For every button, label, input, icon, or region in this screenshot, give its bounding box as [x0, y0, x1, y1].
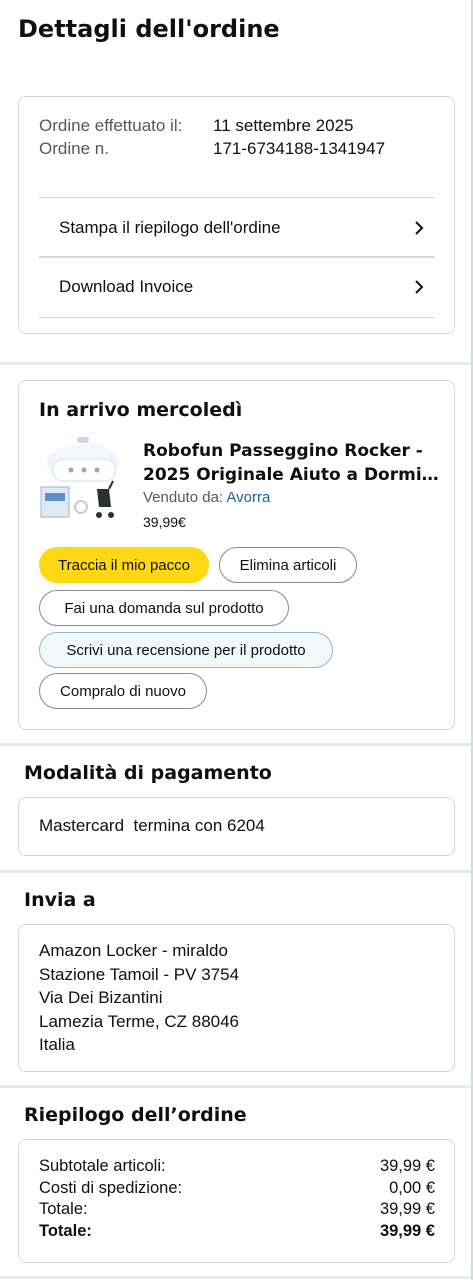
- section-divider: [0, 870, 471, 873]
- chevron-right-icon: [415, 220, 424, 235]
- section-divider: [0, 1085, 471, 1088]
- buy-again-button[interactable]: Compralo di nuovo: [39, 673, 207, 709]
- payment-method: Mastercard termina con 6204: [39, 816, 265, 835]
- summary-row: Costi di spedizione: 0,00 €: [39, 1178, 435, 1200]
- download-invoice-link[interactable]: Download Invoice: [39, 256, 435, 316]
- number-label-text: Ordine n.: [39, 139, 109, 158]
- product-thumbnail[interactable]: [39, 433, 123, 523]
- summary-label: Totale:: [39, 1200, 88, 1218]
- section-divider: [0, 362, 471, 365]
- address-line: Amazon Locker - miraldo: [39, 941, 228, 960]
- product-title[interactable]: Robofun Passeggino Rocker - 2025 Origina…: [143, 439, 439, 487]
- order-meta-values: 11 settembre 2025 171-6734188-1341947: [213, 114, 443, 160]
- address-line: Italia: [39, 1035, 75, 1054]
- download-invoice-label: Download Invoice: [59, 277, 194, 296]
- summary-row: Subtotale articoli: 39,99 €: [39, 1156, 435, 1178]
- section-divider: [0, 743, 471, 746]
- summary-label: Costi di spedizione:: [39, 1178, 183, 1197]
- summary-value: 39,99 €: [379, 1200, 435, 1218]
- ask-question-button[interactable]: Fai una domanda sul prodotto: [39, 590, 289, 626]
- product-price: 39,99€: [143, 514, 186, 530]
- product-title-line2: 2025 Originale Aiuto a Dormire per Neona…: [143, 465, 439, 485]
- chevron-right-icon: [415, 280, 424, 294]
- order-number: 171-6734188-1341947: [213, 139, 386, 158]
- summary-value: 39,99 €: [379, 1157, 435, 1175]
- write-review-button[interactable]: Scrivi una recensione per il prodotto: [39, 632, 333, 668]
- order-summary-heading: Riepilogo dell’ordine: [24, 1104, 247, 1126]
- track-package-button[interactable]: Traccia il mio pacco: [39, 547, 209, 583]
- address-line: Lamezia Terme, CZ 88046: [39, 1011, 240, 1031]
- summary-value: 0,00 €: [389, 1178, 435, 1197]
- address-line: Stazione Tamoil - PV 3754: [39, 964, 240, 984]
- shipping-address: Amazon Locker - miraldo Stazione Tamoil …: [39, 939, 239, 1057]
- seller-link[interactable]: Avorra: [226, 489, 270, 506]
- print-summary-link[interactable]: Stampa il riepilogo dell'ordine: [39, 197, 435, 257]
- payment-heading: Modalità di pagamento: [24, 762, 272, 784]
- delete-items-button[interactable]: Elimina articoli: [219, 547, 357, 583]
- summary-label: Totale:: [39, 1221, 92, 1240]
- divider: [39, 317, 435, 318]
- shipment-card: In arrivo mercoledì Robofun Passeggino R…: [18, 380, 455, 730]
- product-title-line1: Robofun Passeggino Rocker -: [143, 441, 423, 461]
- sold-by-label: Venduto da:: [143, 489, 227, 506]
- address-card: Amazon Locker - miraldo Stazione Tamoil …: [18, 924, 455, 1072]
- summary-value: 39,99 €: [379, 1221, 435, 1240]
- summary-table: Subtotale articoli: 39,99 € Costi di spe…: [39, 1156, 435, 1242]
- order-details-page: Dettagli dell'ordine Ordine effettuato i…: [0, 0, 473, 1280]
- payment-card: Mastercard termina con 6204: [18, 797, 455, 856]
- order-placed-label: Ordine effettuato il: Ordine n.: [39, 114, 199, 160]
- summary-total-row: Totale: 39,99 €: [39, 1221, 435, 1243]
- order-date: 11 settembre 2025: [213, 116, 354, 135]
- address-line: Via Dei Bizantini: [39, 988, 163, 1007]
- order-summary-card: Subtotale articoli: 39,99 € Costi di spe…: [18, 1139, 455, 1263]
- print-summary-label: Stampa il riepilogo dell'ordine: [59, 217, 281, 237]
- placed-label-text: Ordine effettuato il:: [39, 116, 183, 135]
- summary-row: Totale: 39,99 €: [39, 1199, 435, 1221]
- sold-by: Venduto da: Avorra: [143, 489, 270, 506]
- order-info-card: Ordine effettuato il: Ordine n. 11 sette…: [18, 96, 455, 334]
- summary-label: Subtotale articoli:: [39, 1157, 166, 1175]
- section-divider: [0, 1276, 471, 1279]
- ship-to-heading: Invia a: [24, 889, 96, 911]
- page-title: Dettagli dell'ordine: [18, 15, 280, 43]
- delivery-heading: In arrivo mercoledì: [39, 399, 243, 421]
